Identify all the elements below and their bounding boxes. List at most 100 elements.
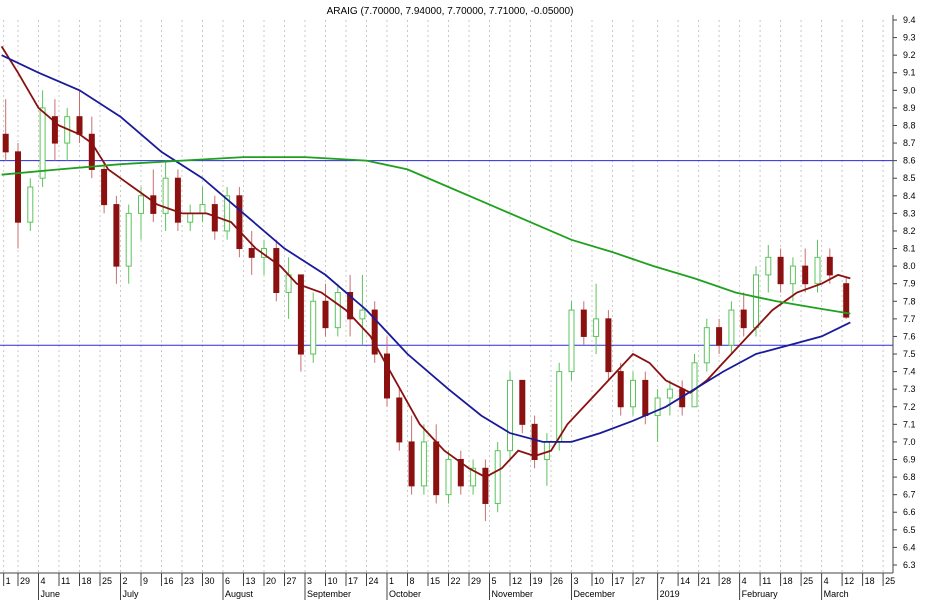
candle-body: [765, 256, 772, 276]
candle-body: [174, 177, 181, 223]
candle-up: [39, 90, 46, 188]
x-tick-label: 5: [492, 576, 497, 586]
candle-up: [593, 283, 600, 355]
y-tick-label: 8.3: [903, 208, 916, 218]
candle-body: [101, 168, 108, 206]
candle-up: [162, 160, 169, 231]
candle-down: [174, 169, 181, 231]
candle-down: [101, 160, 108, 214]
candle-down: [740, 292, 747, 337]
x-tick-label: 27: [287, 576, 297, 586]
x-tick-label: 22: [451, 576, 461, 586]
candle-body: [445, 459, 452, 496]
y-tick-label: 7.7: [903, 314, 916, 324]
candle-body: [199, 204, 206, 214]
x-tick-label: 30: [205, 576, 215, 586]
candle-up: [334, 283, 341, 337]
candle-body: [150, 195, 157, 214]
candle-up: [187, 204, 194, 231]
y-tick-label: 8.9: [903, 103, 916, 113]
y-tick-label: 7.8: [903, 296, 916, 306]
x-tick-label: 25: [885, 576, 895, 586]
month-label: August: [225, 589, 254, 599]
x-tick-label: 1: [6, 576, 11, 586]
x-tick-label: 10: [594, 576, 604, 586]
x-tick-label: 12: [844, 576, 854, 586]
y-tick-label: 6.3: [903, 560, 916, 570]
y-tick-label: 6.9: [903, 455, 916, 465]
month-label: December: [574, 589, 616, 599]
x-tick-label: 18: [82, 576, 92, 586]
y-tick-label: 7.9: [903, 279, 916, 289]
candle-down: [15, 143, 21, 249]
candle-down: [396, 389, 403, 451]
candle-body: [716, 327, 723, 346]
month-label: October: [389, 589, 421, 599]
y-tick-label: 8.8: [903, 120, 916, 130]
y-tick-label: 9.1: [903, 68, 916, 78]
candle-up: [310, 292, 317, 363]
x-tick-label: 13: [246, 576, 256, 586]
candle-down: [150, 169, 157, 223]
candle-body: [814, 256, 821, 285]
candle-up: [691, 354, 698, 408]
month-label: July: [123, 589, 140, 599]
candle-body: [703, 327, 710, 364]
month-label: March: [824, 589, 849, 599]
x-tick-label: 29: [20, 576, 30, 586]
x-tick-label: 29: [471, 576, 481, 586]
candle-down: [51, 99, 58, 161]
candle-body: [187, 212, 194, 223]
x-tick-label: 27: [635, 576, 645, 586]
candle-down: [371, 301, 378, 363]
candle-body: [334, 291, 341, 329]
x-tick-label: 18: [783, 576, 793, 586]
candle-down: [617, 362, 624, 416]
candle-body: [753, 274, 759, 329]
candle-body: [15, 151, 21, 223]
candle-up: [666, 380, 673, 416]
candle-down: [273, 239, 280, 302]
y-tick-label: 6.4: [903, 542, 916, 552]
x-tick-label: 11: [762, 576, 771, 586]
x-tick-label: 23: [184, 576, 194, 586]
candle-body: [273, 248, 280, 293]
candle-up: [261, 239, 267, 275]
candle-down: [236, 187, 243, 258]
candle-body: [642, 379, 649, 417]
x-tick-label: 15: [430, 576, 440, 586]
x-tick-label: 26: [553, 576, 563, 586]
candle-body: [88, 133, 95, 170]
x-tick-label: 11: [61, 576, 70, 586]
candle-body: [396, 397, 403, 443]
x-tick-label: 17: [348, 576, 358, 586]
candle-down: [384, 336, 390, 407]
y-tick-label: 6.6: [903, 507, 916, 517]
candle-body: [556, 371, 563, 443]
x-tick-label: 7: [660, 576, 665, 586]
y-tick-label: 6.8: [903, 472, 916, 482]
candle-up: [199, 187, 206, 223]
candle-body: [138, 195, 144, 214]
candle-up: [654, 389, 661, 442]
y-tick-label: 7.0: [903, 437, 916, 447]
y-tick-label: 7.2: [903, 402, 916, 412]
candle-down: [248, 230, 255, 275]
x-tick-label: 4: [742, 576, 747, 586]
candle-body: [826, 256, 833, 276]
candle-down: [531, 415, 538, 469]
y-tick-label: 7.5: [903, 349, 916, 359]
candle-down: [716, 318, 723, 355]
y-tick-label: 8.2: [903, 226, 916, 236]
candle-up: [568, 301, 575, 381]
candle-up: [224, 187, 231, 240]
stock-chart: 6.3 6.4 6.5 6.6 6.7 6.8 6.9 7.0 7.1 7.2 7.3 7.4 7.5 7…: [0, 6, 916, 600]
candle-up: [285, 257, 292, 319]
x-tick-label: 4: [824, 576, 829, 586]
candle-body: [359, 309, 366, 320]
month-label: September: [307, 589, 351, 599]
y-tick-label: 9.4: [903, 15, 916, 25]
x-tick-label: 10: [328, 576, 338, 586]
candles: [2, 90, 850, 522]
candle-body: [310, 300, 317, 355]
